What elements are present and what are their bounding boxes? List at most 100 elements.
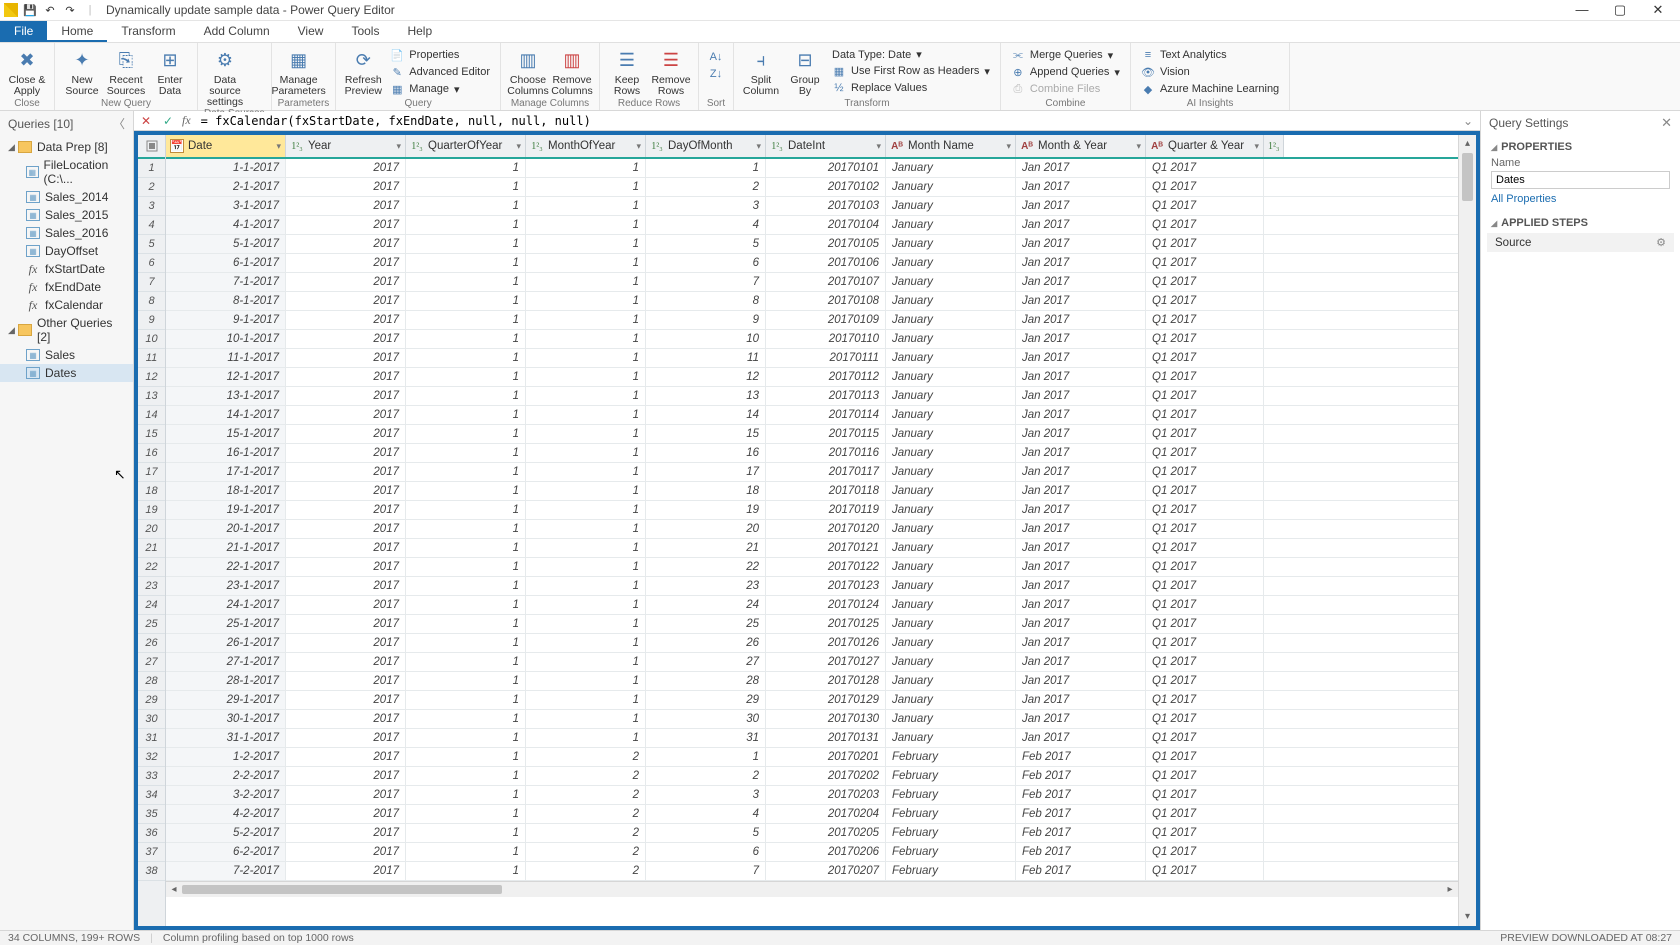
cell[interactable]: Jan 2017 bbox=[1016, 444, 1146, 462]
row-header[interactable]: 22 bbox=[138, 558, 165, 577]
cell[interactable]: 1 bbox=[646, 159, 766, 177]
split-column-button[interactable]: ⫞SplitColumn bbox=[740, 45, 782, 97]
cell[interactable]: 20170110 bbox=[766, 330, 886, 348]
cell[interactable]: Jan 2017 bbox=[1016, 615, 1146, 633]
cell[interactable]: 1 bbox=[406, 862, 526, 880]
row-header[interactable]: 3 bbox=[138, 197, 165, 216]
folder-other-queries[interactable]: ◢Other Queries [2] bbox=[0, 314, 133, 346]
cell[interactable]: 2017 bbox=[286, 691, 406, 709]
table-row[interactable]: 3-2-2017201712320170203FebruaryFeb 2017Q… bbox=[166, 786, 1458, 805]
cell[interactable]: 1 bbox=[406, 463, 526, 481]
cell[interactable]: Jan 2017 bbox=[1016, 178, 1146, 196]
cell[interactable]: Q1 2017 bbox=[1146, 330, 1264, 348]
close-apply-button[interactable]: ✖Close &Apply bbox=[6, 45, 48, 97]
table-row[interactable]: 24-1-20172017112420170124JanuaryJan 2017… bbox=[166, 596, 1458, 615]
cell[interactable]: Jan 2017 bbox=[1016, 349, 1146, 367]
cell[interactable]: 8-1-2017 bbox=[166, 292, 286, 310]
query-item[interactable]: ▦Sales_2014 bbox=[0, 188, 133, 206]
cell[interactable]: 1 bbox=[526, 558, 646, 576]
save-icon[interactable]: 💾 bbox=[22, 2, 38, 18]
cell[interactable]: 26-1-2017 bbox=[166, 634, 286, 652]
cell[interactable]: 1 bbox=[526, 311, 646, 329]
cell[interactable]: 5-1-2017 bbox=[166, 235, 286, 253]
vscroll-thumb[interactable] bbox=[1462, 153, 1473, 201]
cell[interactable]: Q1 2017 bbox=[1146, 653, 1264, 671]
cell[interactable]: 1 bbox=[406, 729, 526, 747]
cell[interactable]: 7-1-2017 bbox=[166, 273, 286, 291]
column-filter-icon[interactable]: ▾ bbox=[632, 141, 641, 152]
cell[interactable]: 2017 bbox=[286, 653, 406, 671]
cell[interactable]: February bbox=[886, 767, 1016, 785]
cell[interactable]: 2-1-2017 bbox=[166, 178, 286, 196]
cell[interactable]: 31 bbox=[646, 729, 766, 747]
cell[interactable]: Jan 2017 bbox=[1016, 292, 1146, 310]
cell[interactable]: 2017 bbox=[286, 558, 406, 576]
append-queries-button[interactable]: ⊕Append Queries ▾ bbox=[1007, 64, 1124, 80]
cell[interactable]: 19 bbox=[646, 501, 766, 519]
cell[interactable]: 20170109 bbox=[766, 311, 886, 329]
cell[interactable]: Feb 2017 bbox=[1016, 824, 1146, 842]
cell[interactable]: 2017 bbox=[286, 577, 406, 595]
column-header[interactable]: 📅Date▾ bbox=[166, 135, 286, 157]
cell[interactable]: Q1 2017 bbox=[1146, 577, 1264, 595]
cell[interactable]: Jan 2017 bbox=[1016, 311, 1146, 329]
horizontal-scrollbar[interactable]: ◂ ▸ bbox=[166, 881, 1458, 897]
table-row[interactable]: 5-1-2017201711520170105JanuaryJan 2017Q1… bbox=[166, 235, 1458, 254]
enter-data-button[interactable]: ⊞EnterData bbox=[149, 45, 191, 97]
cell[interactable]: 3 bbox=[646, 786, 766, 804]
cell[interactable]: 1 bbox=[526, 178, 646, 196]
select-all-corner[interactable] bbox=[138, 135, 165, 159]
column-header[interactable]: 1²₃MonthOfYear▾ bbox=[526, 135, 646, 157]
cell[interactable]: 28-1-2017 bbox=[166, 672, 286, 690]
cell[interactable]: Feb 2017 bbox=[1016, 767, 1146, 785]
cell[interactable]: January bbox=[886, 273, 1016, 291]
tab-add-column[interactable]: Add Column bbox=[190, 21, 284, 42]
cell[interactable]: Q1 2017 bbox=[1146, 615, 1264, 633]
cell[interactable]: 3-2-2017 bbox=[166, 786, 286, 804]
column-filter-icon[interactable]: ▾ bbox=[272, 141, 281, 152]
cell[interactable]: 20170127 bbox=[766, 653, 886, 671]
cell[interactable]: 1 bbox=[526, 368, 646, 386]
query-item[interactable]: ▦Sales bbox=[0, 346, 133, 364]
cell[interactable]: 1 bbox=[526, 330, 646, 348]
cell[interactable]: Q1 2017 bbox=[1146, 558, 1264, 576]
cell[interactable]: 6 bbox=[646, 254, 766, 272]
cell[interactable]: Jan 2017 bbox=[1016, 235, 1146, 253]
cell[interactable]: 1 bbox=[526, 273, 646, 291]
cell[interactable]: 11-1-2017 bbox=[166, 349, 286, 367]
cell[interactable]: 20170203 bbox=[766, 786, 886, 804]
cell[interactable]: 1 bbox=[526, 672, 646, 690]
cell[interactable]: 20170122 bbox=[766, 558, 886, 576]
column-header[interactable]: 1²₃DateInt▾ bbox=[766, 135, 886, 157]
row-header[interactable]: 16 bbox=[138, 444, 165, 463]
maximize-button[interactable]: ▢ bbox=[1610, 2, 1630, 18]
cell[interactable]: 9-1-2017 bbox=[166, 311, 286, 329]
row-header[interactable]: 20 bbox=[138, 520, 165, 539]
properties-button[interactable]: 📄Properties bbox=[386, 47, 494, 63]
row-header[interactable]: 30 bbox=[138, 710, 165, 729]
table-row[interactable]: 1-2-2017201712120170201FebruaryFeb 2017Q… bbox=[166, 748, 1458, 767]
cell[interactable]: Jan 2017 bbox=[1016, 710, 1146, 728]
cell[interactable]: 1 bbox=[406, 273, 526, 291]
table-row[interactable]: 13-1-20172017111320170113JanuaryJan 2017… bbox=[166, 387, 1458, 406]
cell[interactable]: 15-1-2017 bbox=[166, 425, 286, 443]
cell[interactable]: January bbox=[886, 292, 1016, 310]
row-header[interactable]: 4 bbox=[138, 216, 165, 235]
recent-sources-button[interactable]: ⎘RecentSources bbox=[105, 45, 147, 97]
cell[interactable]: 2017 bbox=[286, 349, 406, 367]
column-filter-icon[interactable]: ▾ bbox=[752, 141, 761, 152]
cell[interactable]: January bbox=[886, 520, 1016, 538]
cell[interactable]: 2017 bbox=[286, 368, 406, 386]
cell[interactable]: 1 bbox=[406, 330, 526, 348]
cell[interactable]: 6-2-2017 bbox=[166, 843, 286, 861]
scroll-down-icon[interactable]: ▾ bbox=[1459, 908, 1476, 926]
cell[interactable]: February bbox=[886, 805, 1016, 823]
cell[interactable]: 1 bbox=[526, 216, 646, 234]
first-row-headers-button[interactable]: ▦Use First Row as Headers ▾ bbox=[828, 63, 994, 79]
cell[interactable]: 2017 bbox=[286, 235, 406, 253]
cell[interactable]: January bbox=[886, 254, 1016, 272]
query-item[interactable]: ▦Sales_2016 bbox=[0, 224, 133, 242]
cell[interactable]: Jan 2017 bbox=[1016, 482, 1146, 500]
cell[interactable]: 18-1-2017 bbox=[166, 482, 286, 500]
cell[interactable]: 1 bbox=[526, 482, 646, 500]
